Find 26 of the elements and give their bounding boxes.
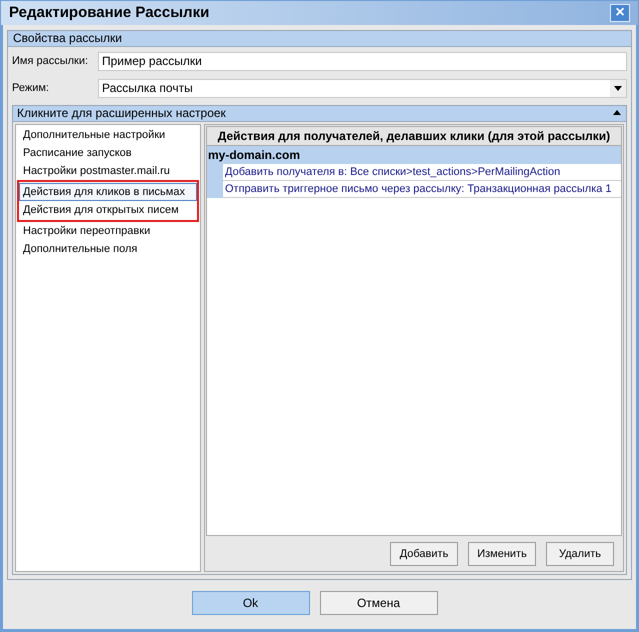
row-indent bbox=[207, 164, 223, 198]
action-row[interactable]: Отправить триггерное письмо через рассылку: Транзакционная рассылка 1 bbox=[223, 181, 621, 198]
settings-list-item[interactable]: Действия для открытых писем bbox=[19, 201, 197, 219]
settings-list-item[interactable]: Дополнительные поля bbox=[19, 240, 197, 258]
window-title: Редактирование Рассылки bbox=[9, 2, 210, 23]
settings-list-item[interactable]: Действия для кликов в письмах bbox=[19, 183, 197, 201]
group-row: my-domain.com bbox=[207, 146, 621, 164]
section-header[interactable]: Кликните для расширенных настроек bbox=[13, 106, 626, 122]
action-button[interactable]: Добавить bbox=[390, 542, 458, 566]
name-field[interactable]: Пример рассылки bbox=[98, 52, 627, 70]
section-header: Свойства рассылки bbox=[8, 31, 631, 47]
ok-button[interactable]: Ok bbox=[192, 590, 310, 614]
action-button[interactable]: Изменить bbox=[468, 542, 536, 566]
settings-list-item[interactable]: Дополнительные настройки bbox=[19, 126, 197, 144]
settings-list-item[interactable]: Настройки переотправки bbox=[19, 222, 197, 240]
field-label: Имя рассылки: bbox=[12, 54, 90, 69]
settings-list-item[interactable]: Расписание запусков bbox=[19, 144, 197, 162]
mode-dropdown[interactable]: Рассылка почты bbox=[98, 78, 627, 98]
action-row[interactable]: Добавить получателя в: Все списки>test_actions>PerMailingAction bbox=[223, 164, 621, 181]
table-header: Действия для получателей, делавших клики (для этой рассылки) bbox=[207, 127, 621, 146]
section-title: Кликните для расширенных настроек bbox=[17, 106, 226, 121]
settings-list-item[interactable]: Настройки postmaster.mail.ru bbox=[19, 162, 197, 180]
cancel-button[interactable]: Отмена bbox=[320, 590, 438, 614]
close-button[interactable]: × bbox=[610, 4, 630, 22]
action-button[interactable]: Удалить bbox=[546, 542, 614, 566]
field-label: Режим: bbox=[12, 80, 50, 96]
